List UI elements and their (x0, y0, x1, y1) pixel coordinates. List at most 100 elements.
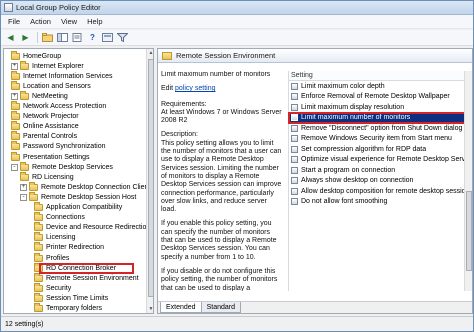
setting-row[interactable]: Limit maximum display resolution (289, 102, 472, 113)
menu-view[interactable]: View (56, 17, 82, 26)
tree-item[interactable]: Parental Controls (11, 131, 78, 142)
tree-item[interactable]: Licensing (34, 232, 76, 243)
collapse-icon[interactable]: - (11, 163, 18, 171)
menu-action[interactable]: Action (25, 17, 56, 26)
tree-item[interactable]: Presentation Settings (11, 151, 90, 162)
policy-setting-icon (291, 177, 298, 185)
window-title: Local Group Policy Editor (16, 3, 101, 12)
tree-item[interactable]: RD Licensing (20, 171, 74, 182)
tree-item[interactable]: Application Compatibility (34, 202, 122, 213)
policy-setting-icon (291, 114, 298, 122)
tab-extended[interactable]: Extended (160, 302, 202, 313)
setting-row[interactable]: Enforce Removal of Remote Desktop Wallpa… (289, 92, 472, 103)
tree-item[interactable]: HomeGroup (11, 50, 62, 61)
status-text: 12 setting(s) (5, 320, 44, 328)
tree-item-label: Licensing (46, 234, 76, 242)
setting-label: Do not allow font smoothing (301, 198, 388, 206)
menu-file[interactable]: File (3, 17, 25, 26)
back-icon[interactable]: ◀ (4, 32, 17, 44)
expand-icon[interactable]: + (20, 183, 27, 191)
setting-row[interactable]: Remove Windows Security item from Start … (289, 134, 472, 145)
tree-item-label: HomeGroup (23, 52, 62, 60)
view-tabs: Extended Standard (158, 301, 472, 313)
tree-item[interactable]: Password Synchronization (11, 141, 106, 152)
tree-item[interactable]: - Remote Desktop Session Host (20, 191, 137, 202)
tree-item[interactable]: Network Projector (11, 111, 79, 122)
setting-row[interactable]: Limit maximum number of monitors (288, 111, 472, 124)
filter-icon[interactable] (116, 32, 129, 44)
folder-icon (11, 151, 20, 161)
setting-row[interactable]: Start a program on connection (289, 165, 472, 176)
tree-item[interactable]: + NetMeeting (11, 90, 68, 101)
folder-icon (11, 50, 20, 60)
expand-icon[interactable]: + (11, 92, 18, 100)
edit-policy-setting-link[interactable]: policy setting (175, 85, 215, 92)
policy-setting-icon (291, 135, 298, 143)
scroll-up-arrow-icon[interactable]: ▲ (147, 49, 153, 57)
tree-item[interactable]: Online Assistance (11, 121, 79, 132)
tree-item[interactable]: Session Time Limits (34, 292, 108, 303)
tree-item-label: RD Licensing (32, 173, 74, 181)
edit-line: Edit policy setting (161, 85, 283, 93)
setting-row[interactable]: Limit maximum color depth (289, 81, 472, 92)
settings-scrollbar[interactable] (464, 71, 472, 291)
expand-icon[interactable]: + (11, 62, 18, 70)
help-icon[interactable]: ? (86, 32, 99, 44)
tree-item[interactable]: Security (34, 282, 71, 293)
folder-icon (34, 272, 43, 282)
status-bar: 12 setting(s) (1, 316, 473, 331)
setting-row[interactable]: Remove "Disconnect" option from Shut Dow… (289, 123, 472, 134)
setting-row[interactable]: Allow desktop composition for remote des… (289, 186, 472, 197)
setting-row[interactable]: Do not allow font smoothing (289, 197, 472, 208)
settings-scroll-thumb[interactable] (466, 191, 472, 271)
folder-icon (20, 161, 29, 171)
tree-item[interactable]: Profiles (34, 252, 70, 263)
tree-item-label: Profiles (46, 254, 70, 262)
tree-scrollbar[interactable]: ▲ ▼ (146, 49, 153, 313)
policy-setting-icon (291, 166, 298, 174)
tree-item[interactable]: Location and Sensors (11, 80, 91, 91)
tab-standard[interactable]: Standard (200, 302, 242, 313)
folder-icon (20, 90, 29, 100)
toolbar-separator (37, 32, 38, 43)
tree-item[interactable]: Remote Session Environment (34, 272, 139, 283)
tree-item[interactable]: + Remote Desktop Connection Client (20, 181, 150, 192)
details-header: Remote Session Environment (158, 49, 472, 63)
edit-prefix: Edit (161, 85, 174, 93)
setting-row[interactable]: Always show desktop on connection (289, 176, 472, 187)
policy-setting-icon (291, 156, 298, 164)
folder-icon (162, 51, 172, 60)
properties-icon[interactable] (71, 32, 84, 44)
menu-help[interactable]: Help (82, 17, 107, 26)
settings-column-header[interactable]: Setting (289, 71, 472, 81)
setting-row[interactable]: Set compression algorithm for RDP data (289, 144, 472, 155)
tree-item-label: Parental Controls (23, 133, 78, 141)
tree-item-label: Temporary folders (46, 305, 103, 312)
folder-up-icon[interactable] (41, 32, 54, 44)
folder-icon (11, 111, 20, 121)
tree-item[interactable]: + Internet Explorer (11, 60, 84, 71)
show-hide-tree-icon[interactable] (56, 32, 69, 44)
title-bar[interactable]: Local Group Policy Editor (1, 1, 473, 15)
forward-icon[interactable]: ▶ (19, 32, 32, 44)
tree-scroll-thumb[interactable] (148, 59, 153, 297)
tree-item[interactable]: - Remote Desktop Services (11, 161, 113, 172)
tree-item[interactable]: Printer Redirection (34, 242, 104, 253)
scroll-down-arrow-icon[interactable]: ▼ (147, 305, 153, 313)
tree-item[interactable]: Device and Resource Redirection (34, 222, 150, 233)
setting-row[interactable]: Optimize visual experience for Remote De… (289, 155, 472, 166)
annotation-highlight-tree (39, 263, 134, 274)
tree-item[interactable]: Network Access Protection (11, 101, 106, 112)
properties-sheet-icon[interactable] (101, 32, 114, 44)
folder-icon (29, 191, 38, 201)
tree-item-label: Internet Explorer (32, 62, 84, 70)
tree-item-label: Remote Desktop Session Host (41, 193, 137, 201)
tree-item[interactable]: Internet Information Services (11, 70, 113, 81)
folder-icon (29, 181, 38, 191)
tree-pane[interactable]: HomeGroup + Internet Explorer Internet Info… (3, 48, 154, 314)
collapse-icon[interactable]: - (20, 193, 27, 201)
details-header-title: Remote Session Environment (176, 51, 276, 60)
tree-item[interactable]: Temporary folders (34, 303, 103, 314)
tree-item-label: Presentation Settings (23, 153, 90, 161)
tree-item[interactable]: Connections (34, 212, 85, 223)
